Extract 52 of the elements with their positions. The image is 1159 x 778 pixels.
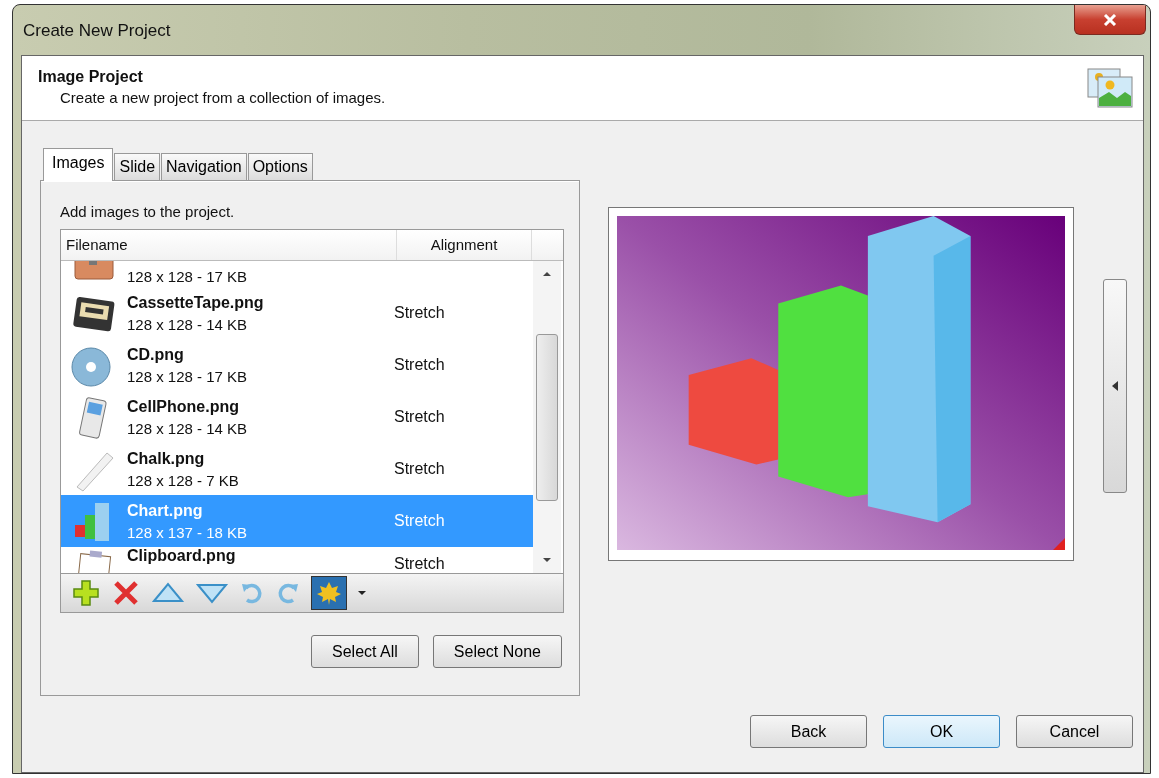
select-button[interactable]: Select None bbox=[432, 635, 562, 668]
alignment-cell: Stretch bbox=[394, 555, 445, 573]
instruction-text: Add images to the project. bbox=[60, 203, 236, 220]
column-header[interactable]: Alignment bbox=[397, 230, 532, 260]
window-title: Create New Project bbox=[23, 21, 171, 41]
tab[interactable]: Navigation bbox=[161, 153, 247, 180]
dialog-button[interactable]: Back bbox=[750, 715, 867, 748]
scroll-down-icon bbox=[542, 557, 552, 563]
alignment-cell: Stretch bbox=[394, 356, 445, 374]
dropdown-caret-icon[interactable] bbox=[357, 590, 367, 596]
vertical-scrollbar[interactable] bbox=[533, 261, 561, 573]
file-name: Chart.png bbox=[127, 501, 204, 520]
list-row[interactable]: 128 x 128 - 17 KB bbox=[61, 261, 533, 287]
header-subtitle: Create a new project from a collection of images. bbox=[60, 89, 386, 106]
file-name: Clipboard.png bbox=[127, 547, 237, 565]
file-details: 128 x 128 - 7 KB bbox=[127, 471, 240, 489]
header-title: Image Project bbox=[38, 68, 144, 86]
alignment-cell: Stretch bbox=[394, 460, 445, 478]
list-row[interactable]: CassetteTape.png 128 x 128 - 14 KB Stretch bbox=[61, 287, 533, 339]
tab[interactable]: Images bbox=[43, 148, 114, 181]
file-details: 128 x 128 - 17 KB bbox=[127, 267, 249, 285]
tab[interactable]: Options bbox=[247, 153, 313, 180]
list-row[interactable]: Clipboard.png Stretch bbox=[61, 547, 533, 573]
collapse-handle[interactable] bbox=[1103, 279, 1127, 493]
close-icon bbox=[1102, 13, 1118, 26]
alignment-cell: Stretch bbox=[394, 512, 445, 530]
image-options-button[interactable] bbox=[311, 576, 347, 610]
dialog-button[interactable]: Cancel bbox=[1016, 715, 1133, 748]
file-name: CassetteTape.png bbox=[127, 293, 265, 312]
file-details: 128 x 128 - 17 KB bbox=[127, 367, 249, 385]
select-button[interactable]: Select All bbox=[311, 635, 419, 668]
file-name: CellPhone.png bbox=[127, 397, 240, 416]
file-name: CD.png bbox=[127, 345, 185, 364]
list-row[interactable]: CD.png 128 x 128 - 17 KB Stretch bbox=[61, 339, 533, 391]
file-name: Chalk.png bbox=[127, 449, 206, 468]
scroll-up-icon bbox=[542, 271, 552, 277]
pictures-icon bbox=[1087, 68, 1133, 108]
list-row[interactable]: Chalk.png 128 x 128 - 7 KB Stretch bbox=[61, 443, 533, 495]
add-icon[interactable] bbox=[71, 579, 101, 607]
delete-icon[interactable] bbox=[111, 579, 141, 607]
dialog-button[interactable]: OK bbox=[883, 715, 1000, 748]
column-header[interactable]: Filename bbox=[61, 230, 397, 260]
scroll-thumb[interactable] bbox=[536, 333, 558, 501]
file-details: 128 x 128 - 14 KB bbox=[127, 315, 249, 333]
file-details: 128 x 137 - 18 KB bbox=[127, 523, 249, 541]
list-row[interactable]: CellPhone.png 128 x 128 - 14 KB Stretch bbox=[61, 391, 533, 443]
file-details: 128 x 128 - 14 KB bbox=[127, 419, 249, 437]
alignment-cell: Stretch bbox=[394, 304, 445, 322]
collapse-left-icon bbox=[1111, 380, 1119, 392]
alignment-cell: Stretch bbox=[394, 408, 445, 426]
tab[interactable]: Slide bbox=[114, 153, 161, 180]
close-button[interactable] bbox=[1074, 5, 1146, 35]
